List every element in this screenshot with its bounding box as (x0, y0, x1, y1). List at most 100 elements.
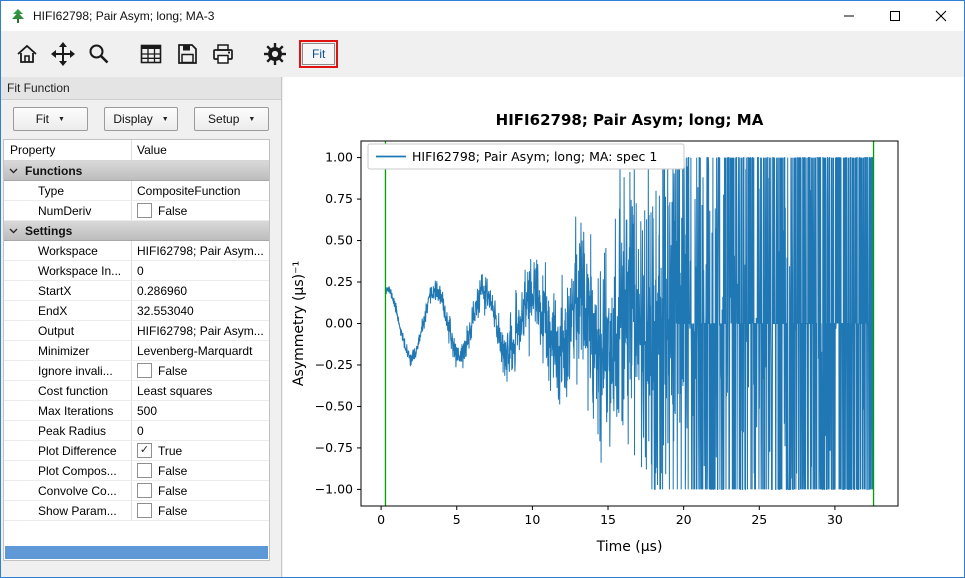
property-row[interactable]: Convolve Co...False (4, 481, 269, 501)
zoom-icon (87, 42, 111, 66)
panel-title: Fit Function (1, 77, 281, 100)
property-row[interactable]: Plot Difference ✓ True (4, 441, 269, 461)
window-title: HIFI62798; Pair Asym; long; MA-3 (33, 9, 214, 23)
property-row[interactable]: Peak Radius0 (4, 421, 269, 441)
setup-menu-button[interactable]: Setup ▼ (194, 107, 269, 131)
value-cell: 500 (132, 401, 269, 420)
maximize-icon (889, 10, 901, 22)
fit-menu-button[interactable]: Fit ▼ (13, 107, 88, 131)
y-tick-label: −1.00 (315, 481, 353, 496)
plot-area[interactable]: 0510152025301.000.750.500.250.00−0.25−0.… (283, 77, 964, 577)
y-tick-label: −0.75 (315, 440, 353, 455)
pan-icon (51, 42, 75, 66)
value-cell: Levenberg-Marquardt (132, 341, 269, 360)
figure-canvas[interactable]: 0510152025301.000.750.500.250.00−0.25−0.… (283, 77, 964, 577)
property-row[interactable]: Ignore invali...False (4, 361, 269, 381)
value-cell: 0 (132, 421, 269, 440)
property-cell: EndX (4, 301, 132, 320)
save-icon (175, 42, 199, 66)
app-logo-icon (10, 8, 26, 24)
settings-button[interactable] (261, 40, 289, 68)
legend-label: HIFI62798; Pair Asym; long; MA: spec 1 (412, 149, 657, 164)
checkbox[interactable] (137, 483, 152, 498)
minimize-button[interactable] (826, 1, 872, 31)
x-tick-label: 15 (600, 512, 616, 527)
save-button[interactable] (173, 40, 201, 68)
legend[interactable]: HIFI62798; Pair Asym; long; MA: spec 1 (368, 144, 684, 169)
property-table: Property Value Functions TypeCompositeFun… (3, 139, 270, 561)
y-tick-label: 0.25 (325, 274, 353, 289)
home-icon (15, 42, 39, 66)
property-cell: Output (4, 321, 132, 340)
checkbox[interactable] (137, 363, 152, 378)
property-row[interactable]: Workspace In...0 (4, 261, 269, 281)
plot-title: HIFI62798; Pair Asym; long; MA (496, 111, 764, 129)
property-row[interactable]: OutputHIFI62798; Pair Asym... (4, 321, 269, 341)
chevron-down-icon: ▼ (162, 116, 169, 123)
table-body: Functions TypeCompositeFunctionNumDerivFa… (4, 161, 269, 521)
fit-menu-label: Fit (36, 112, 49, 126)
checkbox-label: False (158, 504, 187, 518)
collapse-chevron-icon (9, 168, 18, 174)
fit-toolbar-button[interactable]: Fit (302, 43, 335, 65)
property-cell: Plot Difference (4, 441, 132, 460)
chevron-down-icon: ▼ (248, 116, 255, 123)
close-button[interactable] (918, 1, 964, 31)
value-cell[interactable]: False (132, 481, 269, 500)
property-cell: StartX (4, 281, 132, 300)
property-row[interactable]: Show Param... False (4, 501, 269, 521)
value-cell[interactable]: False (132, 501, 269, 520)
pan-button[interactable] (49, 40, 77, 68)
property-row[interactable]: NumDerivFalse (4, 201, 269, 221)
value-cell: 0.286960 (132, 281, 269, 300)
zoom-button[interactable] (85, 40, 113, 68)
home-button[interactable] (13, 40, 41, 68)
group-label: Functions (25, 164, 82, 178)
property-cell: Max Iterations (4, 401, 132, 420)
table-header: Property Value (4, 140, 269, 161)
title-bar[interactable]: HIFI62798; Pair Asym; long; MA-3 (1, 1, 964, 31)
property-cell: Plot Compos... (4, 461, 132, 480)
property-row[interactable]: Cost functionLeast squares (4, 381, 269, 401)
checkbox-label: True (158, 444, 182, 458)
property-cell: Convolve Co... (4, 481, 132, 500)
maximize-button[interactable] (872, 1, 918, 31)
value-cell[interactable]: False (132, 461, 269, 480)
property-cell: Show Param... (4, 501, 132, 520)
checkbox-label: False (158, 364, 187, 378)
property-cell: Peak Radius (4, 421, 132, 440)
checkbox[interactable]: ✓ (137, 443, 152, 458)
checkbox[interactable] (137, 463, 152, 478)
property-row[interactable]: EndX32.553040 (4, 301, 269, 321)
fit-function-panel: Fit Function Fit ▼ Display ▼ Setup ▼ Pro… (1, 77, 282, 577)
checkbox[interactable] (137, 203, 152, 218)
collapse-chevron-icon (9, 228, 18, 234)
display-menu-button[interactable]: Display ▼ (104, 107, 179, 131)
selection-strip (5, 546, 268, 559)
value-cell[interactable]: ✓ True (132, 441, 269, 460)
close-icon (935, 10, 947, 22)
property-row[interactable]: Plot Compos...False (4, 461, 269, 481)
property-row[interactable]: Max Iterations500 (4, 401, 269, 421)
property-column-header: Property (4, 140, 132, 160)
property-row[interactable]: TypeCompositeFunction (4, 181, 269, 201)
value-cell[interactable]: False (132, 361, 269, 380)
property-cell: Type (4, 181, 132, 200)
group-row-settings[interactable]: Settings (4, 221, 269, 241)
grid-options-button[interactable] (137, 40, 165, 68)
print-button[interactable] (209, 40, 237, 68)
x-tick-label: 25 (751, 512, 767, 527)
property-row[interactable]: WorkspaceHIFI62798; Pair Asym... (4, 241, 269, 261)
property-row[interactable]: StartX0.286960 (4, 281, 269, 301)
x-tick-label: 0 (377, 512, 385, 527)
group-row-functions[interactable]: Functions (4, 161, 269, 181)
value-cell: HIFI62798; Pair Asym... (132, 241, 269, 260)
value-cell: CompositeFunction (132, 181, 269, 200)
value-cell[interactable]: False (132, 201, 269, 220)
fit-menu-bar: Fit ▼ Display ▼ Setup ▼ (1, 100, 281, 138)
property-cell: Minimizer (4, 341, 132, 360)
checkbox[interactable] (137, 503, 152, 518)
x-tick-label: 30 (827, 512, 843, 527)
grid-icon (139, 42, 163, 66)
property-row[interactable]: MinimizerLevenberg-Marquardt (4, 341, 269, 361)
